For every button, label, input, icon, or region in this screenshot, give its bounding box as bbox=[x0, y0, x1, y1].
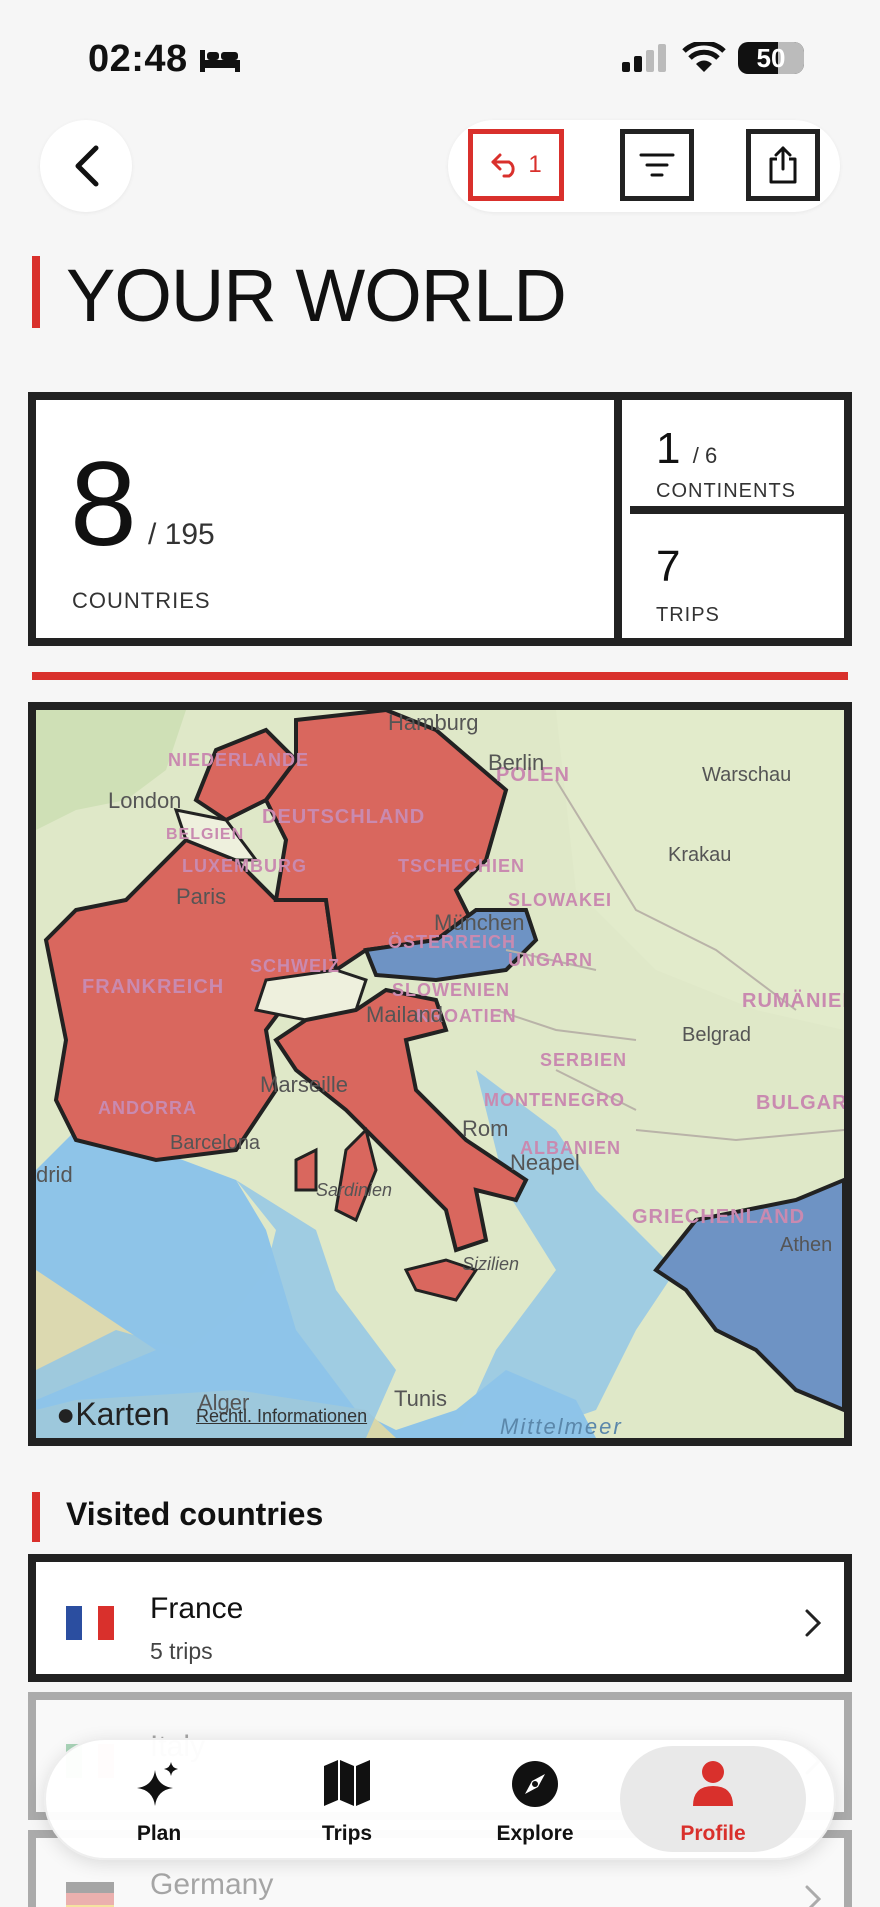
map-city: Marseille bbox=[260, 1072, 349, 1097]
share-icon bbox=[769, 146, 797, 184]
trips-stat: 7 TRIPS bbox=[630, 522, 852, 638]
back-button[interactable] bbox=[40, 120, 132, 212]
apple-logo-icon: ● bbox=[56, 1396, 76, 1432]
map-icon bbox=[324, 1760, 370, 1806]
countries-value: 8 bbox=[70, 437, 137, 571]
map-canvas bbox=[36, 710, 844, 1438]
map-label: UNGARN bbox=[508, 950, 593, 970]
map-label: SLOWAKEI bbox=[508, 890, 613, 910]
map-city: Paris bbox=[176, 884, 227, 909]
country-trip-count: 5 trips bbox=[150, 1638, 213, 1664]
trips-value: 7 bbox=[656, 542, 681, 591]
visited-countries-heading: Visited countries bbox=[66, 1496, 324, 1532]
continents-value: 1 bbox=[656, 424, 681, 473]
map-label: TSCHECHIEN bbox=[398, 856, 526, 876]
legal-info-link[interactable]: Rechtl. Informationen bbox=[196, 1406, 367, 1427]
tab-bar: Plan Trips Explore Profile bbox=[44, 1738, 836, 1860]
map-city: Belgrad bbox=[682, 1024, 751, 1046]
battery-icon: 50 bbox=[738, 42, 804, 74]
battery-level: 50 bbox=[756, 43, 786, 73]
person-icon bbox=[693, 1761, 733, 1806]
map-city: Barcelona bbox=[170, 1132, 261, 1154]
map-label: LUXEMBURG bbox=[182, 856, 307, 876]
continents-label: CONTINENTS bbox=[656, 480, 796, 502]
sparkle-icon bbox=[137, 1762, 178, 1806]
trips-label: TRIPS bbox=[656, 604, 720, 626]
map-label: NIEDERLANDE bbox=[168, 750, 310, 770]
undo-icon bbox=[491, 153, 515, 178]
countries-total: / 195 bbox=[148, 518, 215, 551]
map-label: RUMÄNIEN bbox=[742, 990, 852, 1012]
map-city: London bbox=[108, 788, 182, 813]
filter-icon bbox=[639, 153, 675, 177]
tab-label: Trips bbox=[321, 1822, 373, 1845]
cellular-signal-icon bbox=[622, 44, 666, 72]
country-name: France bbox=[150, 1592, 244, 1625]
tab-label: Profile bbox=[680, 1822, 746, 1845]
undo-button[interactable]: 1 bbox=[468, 129, 564, 201]
map-label: SERBIEN bbox=[540, 1050, 628, 1070]
map-label: DEUTSCHLAND bbox=[262, 806, 426, 828]
map-city: Tunis bbox=[394, 1386, 447, 1411]
map-label: BULGAR bbox=[756, 1092, 848, 1114]
map-city: Mailand bbox=[366, 1002, 444, 1027]
map-label: SCHWEIZ bbox=[250, 956, 340, 976]
map-city: Warschau bbox=[702, 764, 792, 786]
map-city: Hamburg bbox=[388, 710, 479, 735]
tab-label: Explore bbox=[496, 1822, 574, 1845]
map-label: ANDORRA bbox=[98, 1098, 197, 1118]
status-bar: 02:48 50 bbox=[0, 0, 880, 110]
map-label: GRIECHENLAND bbox=[632, 1206, 806, 1228]
share-button[interactable] bbox=[746, 129, 820, 201]
map-city: Krakau bbox=[668, 844, 732, 866]
map-city: Athen bbox=[780, 1234, 833, 1256]
undo-count: 1 bbox=[528, 151, 542, 178]
section-divider bbox=[32, 672, 848, 680]
section-accent bbox=[32, 1492, 40, 1542]
countries-stat: 8 / 195 COUNTRIES bbox=[36, 400, 622, 638]
chevron-right-icon bbox=[805, 1885, 822, 1907]
map-city: Neapel bbox=[510, 1150, 580, 1175]
country-name: Germany bbox=[150, 1868, 274, 1901]
tab-profile[interactable]: Profile bbox=[620, 1746, 806, 1852]
tab-plan[interactable]: Plan bbox=[66, 1740, 252, 1858]
tab-explore[interactable]: Explore bbox=[442, 1740, 628, 1858]
map-label: BELGIEN bbox=[166, 826, 245, 843]
status-time: 02:48 bbox=[88, 38, 188, 80]
compass-icon bbox=[512, 1761, 558, 1807]
map-city: Berlin bbox=[488, 750, 545, 775]
continents-stat: 1 / 6 CONTINENTS bbox=[630, 400, 852, 514]
title-accent bbox=[32, 256, 40, 328]
map-city: Sizilien bbox=[462, 1254, 520, 1274]
map-city: Rom bbox=[462, 1116, 509, 1141]
maps-attribution: ●Karten bbox=[56, 1396, 170, 1432]
list-item-france[interactable]: France 5 trips bbox=[28, 1554, 852, 1682]
map-label: FRANKREICH bbox=[82, 976, 225, 998]
tab-trips[interactable]: Trips bbox=[254, 1740, 440, 1858]
header-toolbar: 1 bbox=[448, 120, 840, 212]
sleep-focus-icon bbox=[200, 50, 240, 72]
wifi-icon bbox=[682, 42, 726, 72]
filter-button[interactable] bbox=[620, 129, 694, 201]
countries-label: COUNTRIES bbox=[72, 588, 211, 613]
continents-total: / 6 bbox=[692, 443, 718, 468]
world-map[interactable]: NIEDERLANDE DEUTSCHLAND BELGIEN LUXEMBUR… bbox=[28, 702, 852, 1446]
map-city: München bbox=[434, 910, 525, 935]
map-city: drid bbox=[36, 1162, 73, 1187]
chevron-right-icon bbox=[805, 1609, 822, 1637]
chevron-left-icon bbox=[75, 145, 99, 187]
flag-france-icon bbox=[66, 1606, 114, 1640]
stats-panel: 8 / 195 COUNTRIES 1 / 6 CONTINENTS 7 TRI… bbox=[28, 392, 852, 646]
map-label: SLOWENIEN bbox=[392, 980, 511, 1000]
tab-label: Plan bbox=[136, 1822, 182, 1845]
page-title: YOUR WORLD bbox=[66, 254, 567, 337]
map-sea-label: Mittelmeer bbox=[500, 1414, 623, 1439]
map-label: MONTENEGRO bbox=[484, 1090, 626, 1110]
map-city: Sardinien bbox=[316, 1180, 393, 1200]
flag-germany-icon bbox=[66, 1882, 114, 1907]
